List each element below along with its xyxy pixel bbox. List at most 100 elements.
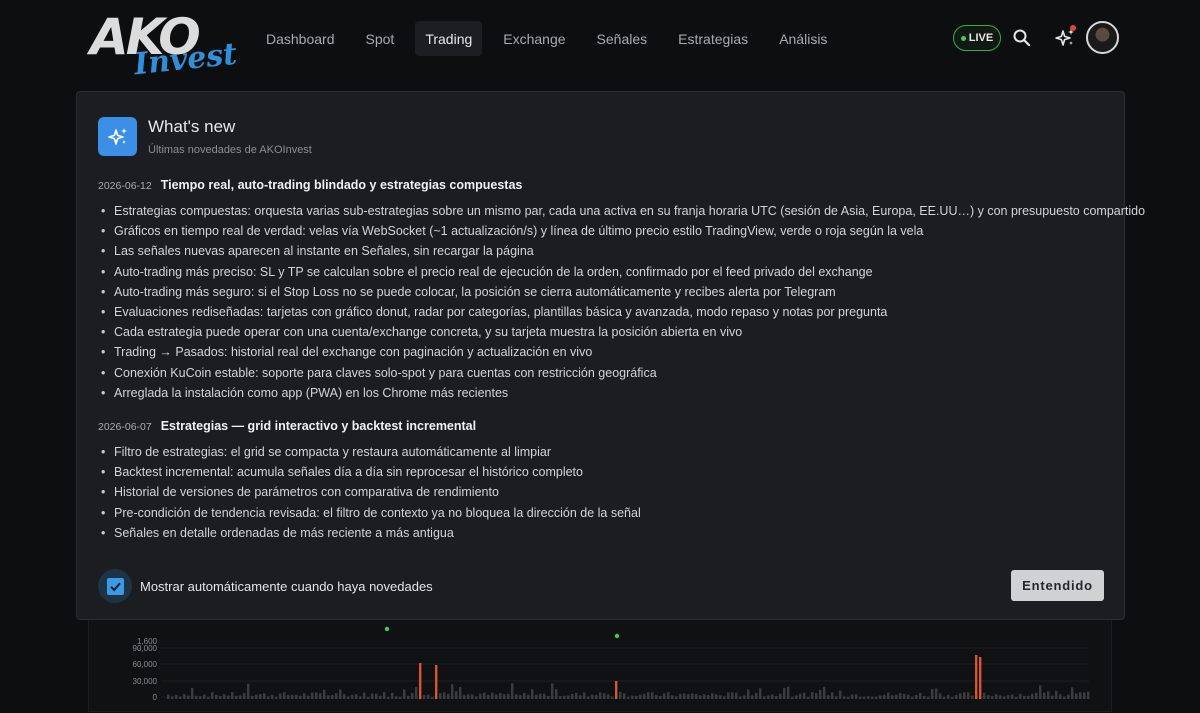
volume-bar [759, 688, 762, 699]
volume-bar [671, 695, 674, 699]
volume-tick-label: 30,000 [133, 677, 158, 686]
volume-bar [383, 692, 386, 699]
volume-bar [799, 693, 802, 699]
dialog-subtitle: Últimas novedades de AKOInvest [148, 144, 312, 156]
release-header: 2026-06-07 Estrategias — grid interactivo… [98, 419, 641, 433]
search-button[interactable] [1008, 24, 1036, 52]
volume-bar [1051, 695, 1054, 699]
nav-analisis[interactable]: Análisis [769, 21, 837, 56]
volume-bar [963, 692, 966, 699]
sparkles-icon [107, 127, 127, 145]
volume-bar [1035, 692, 1038, 699]
avatar[interactable] [1086, 21, 1119, 54]
volume-bar [607, 694, 610, 699]
volume-bar [495, 694, 498, 699]
volume-bar [839, 690, 842, 699]
entendido-button[interactable]: Entendido [1011, 570, 1104, 601]
release-title: Estrategias — grid interactivo y backtes… [160, 419, 477, 433]
volume-bar [367, 696, 370, 699]
volume-bar [483, 692, 486, 699]
volume-bar [303, 693, 306, 699]
live-badge[interactable]: LIVE [953, 25, 1001, 51]
volume-bar [415, 686, 418, 699]
volume-bar [251, 695, 254, 699]
release-item: Evaluaciones rediseñadas: tarjetas con g… [98, 302, 1145, 322]
volume-bar [311, 692, 314, 699]
volume-bar [1023, 695, 1026, 699]
volume-bar [887, 692, 890, 699]
volume-bar [651, 692, 654, 699]
volume-bar [879, 695, 882, 699]
volume-bar [779, 693, 782, 699]
volume-bar [719, 695, 722, 699]
volume-tick-label: 0 [153, 693, 158, 702]
volume-bar [591, 694, 594, 699]
volume-bar [791, 696, 794, 699]
volume-bar [395, 696, 398, 699]
volume-bar [271, 694, 274, 699]
volume-bar [723, 696, 726, 699]
volume-bar [803, 692, 806, 699]
release-header: 2026-06-12 Tiempo real, auto-trading blin… [98, 178, 1145, 192]
dialog-title: What's new [148, 117, 236, 136]
volume-bar [199, 696, 202, 699]
volume-bar [463, 694, 466, 699]
volume-bar [351, 694, 354, 699]
volume-bar [523, 693, 526, 699]
volume-bar [587, 696, 590, 699]
volume-bar [955, 694, 958, 699]
release-item: Las señales nuevas aparecen al instante … [98, 241, 1145, 261]
nav-senales[interactable]: Señales [587, 21, 658, 56]
nav-spot[interactable]: Spot [356, 21, 405, 56]
volume-bar [795, 695, 798, 699]
release-items: Estrategias compuestas: orquesta varias … [98, 201, 1145, 403]
volume-bar [1055, 690, 1058, 699]
volume-bar [1039, 685, 1042, 699]
whats-new-button[interactable] [1051, 24, 1079, 52]
volume-bar [943, 696, 946, 699]
volume-bar [455, 691, 458, 699]
volume-bar [699, 695, 702, 699]
volume-bar [631, 695, 634, 699]
volume-bar [711, 693, 714, 699]
volume-bar [191, 688, 194, 699]
volume-bar [991, 696, 994, 699]
volume-bar [1031, 693, 1034, 699]
nav-trading[interactable]: Trading [415, 21, 483, 56]
volume-bar [787, 686, 790, 699]
volume-bar [1079, 692, 1082, 699]
release-item: Gráficos en tiempo real de verdad: velas… [98, 221, 1145, 241]
volume-bar [507, 693, 510, 699]
volume-bar [895, 694, 898, 699]
volume-bar [995, 694, 998, 699]
volume-bar [859, 696, 862, 699]
volume-bar [439, 693, 442, 699]
volume-bar [167, 694, 170, 699]
volume-chart-svg: 1,60090,00060,00030,0000 [133, 626, 1090, 702]
auto-show-checkbox-row[interactable]: Mostrar automáticamente cuando haya nove… [98, 569, 433, 603]
volume-bar [431, 696, 434, 699]
release-item: Pre-condición de tendencia revisada: el … [98, 503, 641, 523]
background-chart: 1,600 90,000 60,000 30,000 0 [88, 610, 1112, 712]
volume-bar [339, 689, 342, 699]
akoinvest-logo[interactable]: AKO Invest [88, 8, 239, 82]
volume-bar [599, 692, 602, 699]
volume-bar [227, 695, 230, 699]
volume-bar [231, 692, 234, 699]
release-item: Trading → Pasados: historial real del ex… [98, 342, 1145, 362]
volume-bar [1075, 693, 1078, 699]
volume-bar [1043, 692, 1046, 699]
volume-bar [735, 692, 738, 699]
volume-bar [979, 657, 982, 699]
auto-show-checkbox[interactable] [106, 577, 124, 595]
volume-bar [435, 665, 438, 699]
volume-bar [475, 696, 478, 699]
volume-bar [775, 695, 778, 699]
volume-bar [983, 692, 986, 699]
volume-bar [627, 696, 630, 699]
nav-exchange[interactable]: Exchange [493, 21, 575, 56]
volume-bar [291, 694, 294, 699]
nav-estrategias[interactable]: Estrategias [668, 21, 758, 56]
nav-dashboard[interactable]: Dashboard [256, 21, 345, 56]
volume-bar [807, 696, 810, 699]
